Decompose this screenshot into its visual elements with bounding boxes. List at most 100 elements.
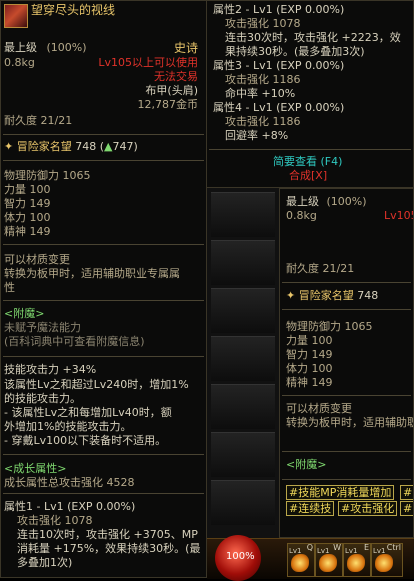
material-change-desc-cont: 性 — [4, 281, 15, 294]
fame-value: 748 — [75, 140, 97, 153]
compare-grade-percent: (100%) — [326, 195, 367, 208]
inventory-slot[interactable] — [211, 288, 275, 333]
skill-attack: 技能攻击力 +34% — [4, 363, 97, 376]
attr3-atk: 攻击强化 1186 — [225, 73, 301, 86]
attr1-atk: 攻击强化 1078 — [17, 514, 93, 527]
enchant-none: 未赋予魔法能力 — [4, 321, 81, 334]
compare-weight: 0.8kg — [286, 209, 317, 222]
durability: 耐久度 21/21 — [4, 114, 73, 127]
fame-icon: ✦ — [286, 289, 296, 302]
attr4-line1: 回避率 +8% — [225, 129, 289, 142]
inventory-slot[interactable] — [211, 336, 275, 381]
compose-button[interactable]: 合成[X] — [289, 169, 327, 183]
inventory-slot[interactable] — [211, 432, 275, 477]
trade-status: 无法交易 — [154, 70, 198, 83]
stat-vit: 体力 100 — [4, 211, 51, 224]
fame-label: 冒险家名望 — [16, 140, 72, 153]
skill-icon — [291, 554, 309, 572]
hotkey-e: E — [363, 543, 369, 552]
brief-view-button[interactable]: 简要查看 (F4) — [273, 155, 342, 169]
growth-header: <成长属性> — [4, 462, 67, 475]
item-icon — [4, 4, 28, 28]
compare-durability: 耐久度 21/21 — [286, 262, 355, 275]
stat-int: 智力 149 — [4, 197, 51, 210]
compare-material-change-title: 可以材质变更 — [286, 402, 352, 415]
skill-desc-5: - 穿戴Lv100以下装备时不适用。 — [4, 434, 167, 447]
item-tooltip-left: 望穿尽头的视线 最上级 (100%) 史诗 0.8kg Lv105以上可以使用 … — [0, 0, 207, 578]
fame-change: 747 — [112, 140, 134, 153]
growth-total: 成长属性总攻击强化 4528 — [4, 476, 135, 489]
compare-spi: 精神 149 — [286, 376, 333, 389]
attr3-line1: 命中率 +10% — [225, 87, 296, 100]
level-requirement: Lv105以上可以使用 — [98, 56, 198, 69]
item-weight: 0.8kg — [4, 56, 35, 69]
hotkey-q: Q — [306, 543, 313, 552]
inventory-slot[interactable] — [211, 480, 275, 525]
compare-fame-value: 748 — [357, 289, 379, 302]
tag-attack-boost[interactable]: #攻击强化 — [338, 501, 398, 516]
skill-desc-2: 的技能攻击力。 — [4, 392, 81, 405]
attr1-line2: 消耗量 +175%，效果持续30秒。(最 — [17, 542, 201, 555]
hotkey-ctrl: Ctrl — [386, 543, 401, 552]
compare-level-requirement: Lv105 — [384, 209, 413, 222]
fame-icon: ✦ — [4, 140, 14, 153]
skill-desc-4: 外增加1%的技能攻击力。 — [4, 420, 132, 433]
tag-extra-2[interactable]: #? — [400, 501, 413, 516]
compare-str: 力量 100 — [286, 334, 333, 347]
skill-icon — [319, 554, 337, 572]
attr3-title: 属性3 - Lv1 (EXP 0.00%) — [213, 59, 345, 72]
compare-grade-label: 最上级 — [286, 195, 319, 208]
tag-combo[interactable]: #连续技 — [286, 501, 335, 516]
attr2-line1: 连击30次时，攻击强化 +2223，效 — [225, 31, 401, 44]
attr1-title: 属性1 - Lv1 (EXP 0.00%) — [4, 500, 136, 513]
item-grade: 最上级 (100%) — [4, 41, 87, 55]
skill-slot-e[interactable]: E Lv1 — [343, 543, 371, 577]
equip-slot: 布甲(头肩) — [145, 84, 198, 97]
attr2-atk: 攻击强化 1078 — [225, 17, 301, 30]
item-tooltip-right: 最上级 (100%) 0.8kg Lv105 耐久度 21/21 ✦ 冒险家名望… — [279, 188, 414, 538]
stat-phys-def: 物理防御力 1065 — [4, 169, 91, 182]
attr4-title: 属性4 - Lv1 (EXP 0.00%) — [213, 101, 345, 114]
grade-percent: (100%) — [46, 41, 87, 54]
skill-icon — [375, 554, 393, 572]
compare-grade: 最上级 (100%) — [286, 195, 367, 209]
inventory-slot[interactable] — [211, 192, 275, 237]
material-change-title: 可以材质变更 — [4, 253, 70, 266]
hp-percent: 100% — [226, 551, 255, 562]
item-name: 望穿尽头的视线 — [31, 3, 116, 17]
hotkey-w: W — [333, 543, 341, 552]
hud-bar: 100% Q Lv1 W Lv1 E Lv1 Ctrl Lv1 — [207, 535, 414, 581]
compare-int: 智力 149 — [286, 348, 333, 361]
attr4-atk: 攻击强化 1186 — [225, 115, 301, 128]
enchant-header: <附魔> — [4, 307, 45, 320]
compare-fame-row: ✦ 冒险家名望 748 — [286, 289, 378, 303]
compare-phys-def: 物理防御力 1065 — [286, 320, 373, 333]
tag-extra[interactable]: #? — [400, 485, 413, 500]
tag-mp-cost[interactable]: #技能MP消耗量增加 — [286, 485, 395, 500]
stat-spi: 精神 149 — [4, 225, 51, 238]
attr2-line2: 果持续30秒。(最多叠加3次) — [225, 45, 365, 58]
compare-fame-label: 冒险家名望 — [298, 289, 354, 302]
skill-icon — [347, 554, 365, 572]
stat-str: 力量 100 — [4, 183, 51, 196]
skill-slot-ctrl[interactable]: Ctrl Lv1 — [371, 543, 403, 577]
attr1-line3: 多叠加1次) — [17, 556, 73, 569]
item-rarity: 史诗 — [173, 41, 198, 55]
attr1-line1: 连击10次时，攻击强化 +3705、MP — [17, 528, 198, 541]
skill-desc-1: 该属性Lv之和超过Lv240时，增加1% — [4, 378, 189, 391]
enchant-hint: (百科词典中可查看附魔信息) — [4, 335, 145, 348]
growth-attributes-panel: 属性2 - Lv1 (EXP 0.00%) 攻击强化 1078 连击30次时，攻… — [207, 0, 414, 188]
compare-material-change-desc: 转换为板甲时，适用辅助职 — [286, 416, 414, 429]
skill-desc-3: - 该属性Lv之和每增加Lv40时，额 — [4, 406, 172, 419]
inventory-slot[interactable] — [211, 384, 275, 429]
inventory-slot[interactable] — [211, 240, 275, 285]
inventory-column — [207, 188, 279, 538]
grade-label: 最上级 — [4, 41, 37, 54]
fame-row: ✦ 冒险家名望 748 (▲747) — [4, 140, 138, 153]
material-change-desc: 转换为板甲时，适用辅助职业专属属 — [4, 267, 180, 280]
skill-slot-w[interactable]: W Lv1 — [315, 543, 343, 577]
skill-slot-q[interactable]: Q Lv1 — [287, 543, 315, 577]
attr2-title: 属性2 - Lv1 (EXP 0.00%) — [213, 3, 345, 16]
compare-enchant-header: <附魔> — [286, 458, 327, 471]
hp-orb: 100% — [215, 535, 261, 581]
